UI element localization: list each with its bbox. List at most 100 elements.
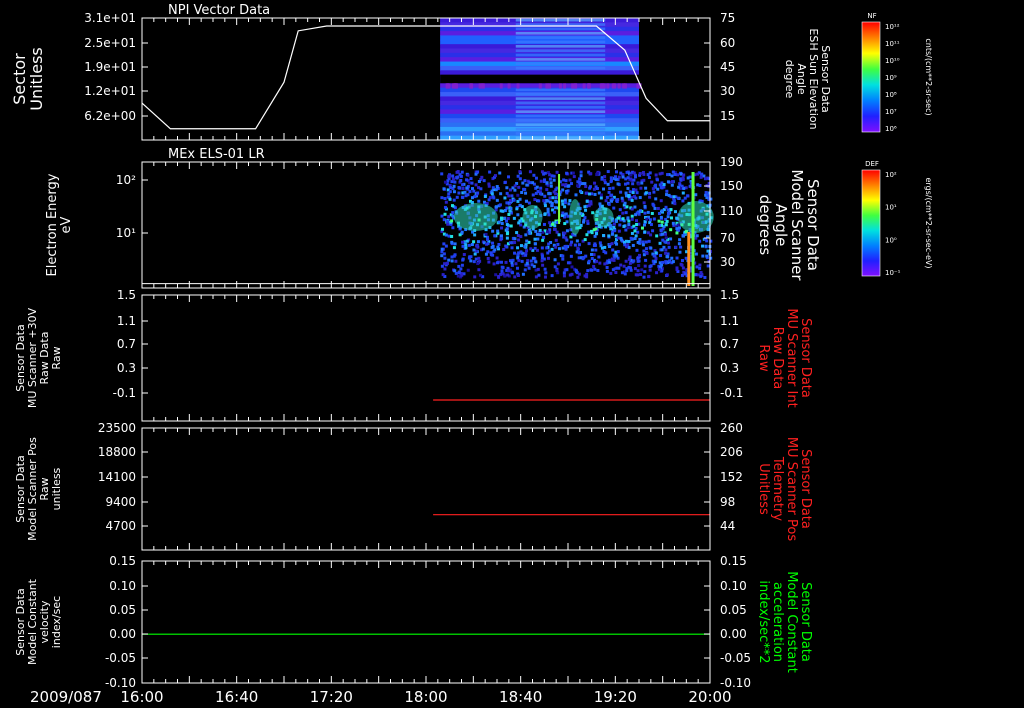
els-pixel [481,247,485,251]
els-pixel [667,241,671,245]
els-pixel [477,199,481,203]
els-pixel [582,255,586,259]
els-pixel [553,258,557,262]
els-pixel [670,183,674,187]
els-pixel [585,191,589,195]
left-axis-title: unitless [50,467,63,510]
els-pixel [633,229,637,233]
panel-model_const [141,560,711,684]
els-pixel [610,258,614,262]
els-pixel [616,198,620,202]
els-pixel [554,188,558,192]
left-tick-label: 0.10 [109,579,136,593]
els-pixel [579,170,583,174]
els-pixel [577,251,581,255]
els-pixel [514,262,518,266]
els-pixel [505,245,509,249]
els-pixel [555,170,559,174]
els-pixel [577,256,581,260]
colorbar-gradient [861,169,881,277]
right-tick-label: 0.15 [720,554,747,568]
els-pixel [510,263,514,267]
els-pixel [619,263,623,267]
left-tick-label: 0.7 [117,337,136,351]
els-pixel [493,174,497,178]
els-pixel [637,264,641,268]
left-tick-label: 0.00 [109,627,136,641]
els-pixel [470,196,474,200]
els-pixel [640,226,644,230]
els-pixel [517,185,521,189]
npi-speckle [574,83,578,89]
els-pixel [694,252,698,256]
els-pixel [664,223,668,227]
els-pixel [537,199,541,203]
left-tick-label: 1.2e+01 [84,84,136,98]
panel-frame [141,427,711,551]
els-pixel [542,199,546,203]
left-tick-label: 9400 [105,495,136,509]
right-tick-label: 98 [720,495,735,509]
panel-frame [141,560,711,684]
els-pixel [642,178,646,182]
els-pixel [523,245,527,249]
npi-speckle [582,83,586,89]
els-pixel [641,243,645,247]
els-pixel [459,178,463,182]
els-pixel [635,191,639,195]
els-pixel [620,271,624,275]
els-pixel [554,245,558,249]
npi-bright-band [515,127,606,131]
els-pixel [704,191,708,195]
left-tick-label: 1.5 [117,288,136,302]
els-pixel [450,204,454,208]
els-pixel [629,236,633,240]
els-pixel [472,240,476,244]
els-pixel [472,260,476,264]
els-pixel [636,269,640,273]
els-pixel [651,187,655,191]
els-pixel [649,246,653,250]
els-pixel [633,205,637,209]
els-pixel [452,184,456,188]
els-pixel [623,243,627,247]
els-pixel [501,272,505,276]
els-pixel [599,193,603,197]
x-tick-label: 18:40 [499,688,542,706]
right-tick-label: 45 [720,60,735,74]
els-pixel [610,232,614,236]
els-pixel [465,178,469,182]
els-pixel [596,269,600,273]
npi-bright-band [515,49,606,52]
els-pixel [698,263,702,267]
x-tick-label: 20:00 [688,688,731,706]
els-pixel [694,273,698,277]
els-pixel [625,267,629,271]
els-pixel [500,226,504,230]
els-pixel [555,230,559,234]
els-pixel [590,248,594,252]
els-pixel [520,259,524,263]
els-pixel [482,179,486,183]
els-pixel [503,181,507,185]
els-pixel [603,245,607,249]
els-pixel [606,182,610,186]
right-tick-label: 110 [720,204,743,218]
npi-bright-band [515,88,606,92]
els-pixel [546,251,550,255]
els-pixel [463,190,467,194]
els-pixel [585,233,589,237]
els-pixel [538,192,542,196]
els-pixel [669,237,673,241]
els-pixel [611,268,615,272]
colorbar-tick: 10⁸ [885,91,897,99]
els-pixel [460,263,464,267]
left-tick-label: 2.5e+01 [84,36,136,50]
npi-bright-band [515,36,606,39]
els-pixel [465,186,469,190]
els-pixel [565,238,569,242]
els-pixel [507,269,511,273]
els-pixel [560,199,564,203]
els-pixel [593,192,597,196]
npi-speckle [599,83,603,89]
